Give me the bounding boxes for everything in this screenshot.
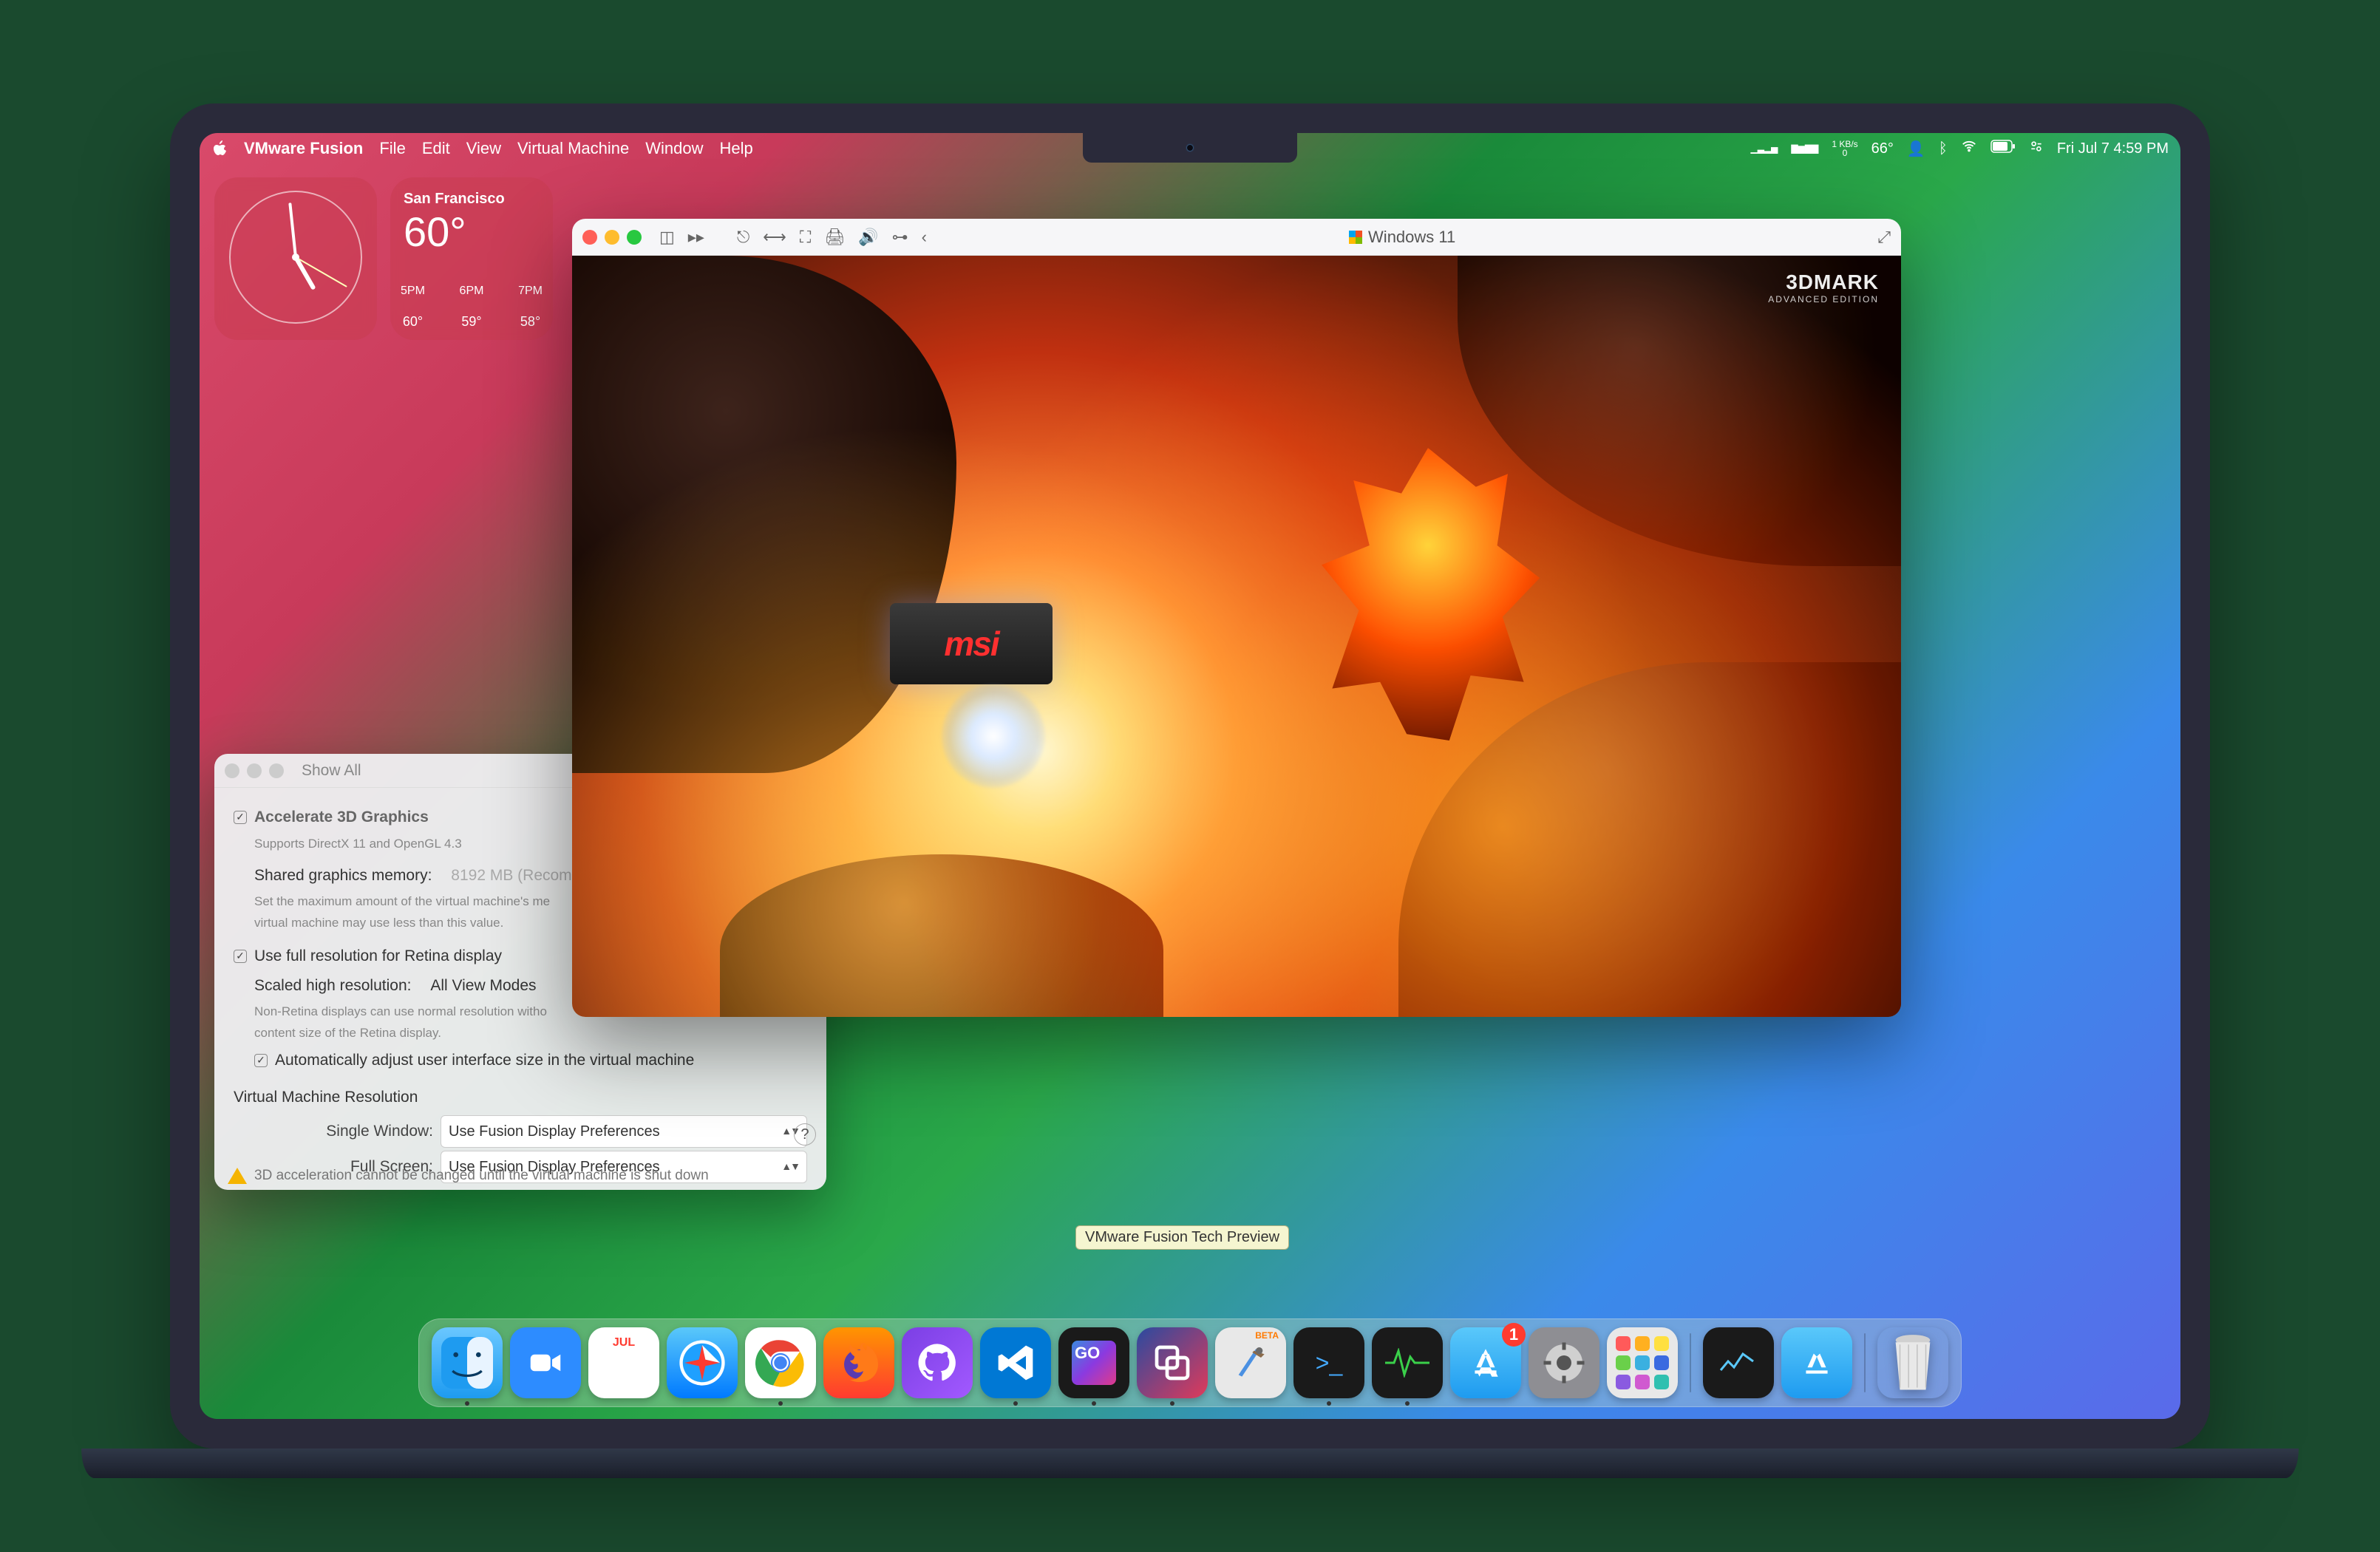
vm-power-icon[interactable]: ▸▸ — [688, 228, 704, 247]
single-window-label: Single Window: — [234, 1118, 433, 1145]
dock-app-firefox[interactable] — [823, 1327, 894, 1398]
expand-icon[interactable]: ⤢ — [1877, 228, 1891, 247]
minimize-icon — [247, 763, 262, 778]
window-traffic-lights[interactable] — [225, 763, 284, 778]
dock-app-activity-monitor[interactable] — [1372, 1327, 1443, 1398]
usb-icon[interactable]: ⊶ — [892, 228, 908, 247]
scaled-value: All View Modes — [430, 973, 536, 999]
dock-app-system-settings[interactable] — [1529, 1327, 1599, 1398]
vm-window: ◫ ▸▸ ⎋ ⟷ ⛶ 🖨 🔊 ⊶ ‹ Windows 11 ⤢ — [572, 219, 1901, 1017]
weather-widget[interactable]: San Francisco 60° 5PM60° 6PM59° 7PM58° — [390, 177, 553, 340]
menu-help[interactable]: Help — [720, 139, 753, 158]
app-store-badge: 1 — [1502, 1323, 1526, 1347]
settings-warning: 3D acceleration cannot be changed until … — [228, 1168, 709, 1184]
clock-face-icon — [229, 191, 362, 324]
dock-app-finder[interactable] — [432, 1327, 503, 1398]
status-network[interactable]: 1 KB/s0 — [1832, 140, 1857, 157]
dock-app-chrome[interactable] — [745, 1327, 816, 1398]
vm-titlebar[interactable]: ◫ ▸▸ ⎋ ⟷ ⛶ 🖨 🔊 ⊶ ‹ Windows 11 ⤢ — [572, 219, 1901, 256]
zoom-icon — [627, 230, 642, 245]
sidebar-toggle-icon[interactable]: ◫ — [659, 228, 675, 247]
dock-app-terminal[interactable]: >_ — [1293, 1327, 1364, 1398]
disk-icon[interactable]: 🖨 — [824, 228, 845, 247]
dock-app-xcode-beta[interactable]: BETA — [1215, 1327, 1286, 1398]
vmres-heading: Virtual Machine Resolution — [234, 1084, 807, 1111]
weather-temp: 60° — [404, 208, 540, 256]
dock-separator — [1690, 1333, 1691, 1392]
unity-icon[interactable]: ⟷ — [763, 228, 786, 247]
vm-display[interactable]: msi 3DMARK ADVANCED EDITION — [572, 256, 1901, 1017]
status-cpu-graph-icon[interactable]: ▁▃▂▅ — [1750, 144, 1778, 153]
dock-app-zoom[interactable] — [510, 1327, 581, 1398]
status-volume-icon[interactable]: 👤 — [1907, 140, 1925, 158]
menubar-app-name[interactable]: VMware Fusion — [244, 139, 363, 158]
vm-traffic-lights[interactable] — [582, 230, 642, 245]
vm-title: Windows 11 — [1368, 228, 1455, 247]
dock-app-github[interactable] — [902, 1327, 973, 1398]
close-icon — [582, 230, 597, 245]
menu-file[interactable]: File — [379, 139, 405, 158]
apple-logo-icon[interactable] — [211, 140, 229, 157]
dock-trash[interactable] — [1877, 1327, 1948, 1398]
status-bluetooth-icon[interactable]: ᛒ — [1939, 140, 1948, 157]
weather-city: San Francisco — [404, 191, 540, 208]
dock-separator-2 — [1864, 1333, 1866, 1392]
minimize-icon — [605, 230, 619, 245]
fullscreen-icon[interactable]: ⛶ — [800, 228, 811, 247]
auto-adjust-label: Automatically adjust user interface size… — [275, 1047, 694, 1074]
dock-app-vscode[interactable] — [980, 1327, 1051, 1398]
menu-view[interactable]: View — [466, 139, 501, 158]
retina-checkbox[interactable]: ✓ — [234, 950, 247, 963]
dock-app-store[interactable]: 1 — [1450, 1327, 1521, 1398]
auto-adjust-checkbox[interactable]: ✓ — [254, 1054, 268, 1067]
status-temperature[interactable]: 66° — [1871, 140, 1894, 157]
status-control-center-icon[interactable] — [2029, 139, 2044, 158]
dock-app-vmware-fusion[interactable] — [1137, 1327, 1208, 1398]
laptop-notch — [1083, 133, 1297, 163]
dock-app-stocks[interactable] — [1703, 1327, 1774, 1398]
3dmark-badge: 3DMARK ADVANCED EDITION — [1768, 270, 1879, 304]
status-datetime[interactable]: Fri Jul 7 4:59 PM — [2057, 140, 2169, 157]
dock-tooltip: VMware Fusion Tech Preview — [1075, 1225, 1289, 1250]
shared-mem-label: Shared graphics memory: — [254, 862, 432, 889]
retina-label: Use full resolution for Retina display — [254, 943, 502, 970]
macos-dock: JUL7 GO BETA >_ 1 — [418, 1318, 1962, 1407]
back-icon[interactable]: ‹ — [922, 228, 927, 247]
warning-icon — [228, 1168, 247, 1184]
dock-app-store-2[interactable] — [1781, 1327, 1852, 1398]
accelerate-3d-label: Accelerate 3D Graphics — [254, 804, 429, 831]
single-window-select[interactable]: Use Fusion Display Preferences▲▼ — [441, 1115, 807, 1148]
dock-app-safari[interactable] — [667, 1327, 738, 1398]
shared-mem-value: 8192 MB (Recom — [451, 862, 571, 889]
msi-logo: msi — [890, 603, 1053, 684]
dock-app-goland[interactable]: GO — [1058, 1327, 1129, 1398]
clock-widget[interactable] — [214, 177, 377, 340]
scaled-label: Scaled high resolution: — [254, 973, 411, 999]
show-all-button[interactable]: Show All — [302, 762, 361, 780]
status-wifi-icon[interactable] — [1961, 138, 1977, 159]
windows-logo-icon — [1349, 231, 1362, 244]
sound-icon[interactable]: 🔊 — [858, 228, 878, 247]
accelerate-3d-checkbox[interactable]: ✓ — [234, 811, 247, 824]
help-button[interactable]: ? — [794, 1123, 816, 1146]
dock-app-calendar[interactable]: JUL7 — [588, 1327, 659, 1398]
menu-edit[interactable]: Edit — [422, 139, 450, 158]
zoom-icon — [269, 763, 284, 778]
menu-virtual-machine[interactable]: Virtual Machine — [517, 139, 629, 158]
close-icon — [225, 763, 239, 778]
menu-window[interactable]: Window — [645, 139, 703, 158]
snapshot-icon[interactable]: ⎋ — [737, 228, 749, 247]
dock-app-launchpad[interactable] — [1607, 1327, 1678, 1398]
status-mem-graph-icon[interactable]: ▇▆▇▇ — [1791, 144, 1818, 153]
status-battery-icon[interactable] — [1990, 140, 2016, 157]
